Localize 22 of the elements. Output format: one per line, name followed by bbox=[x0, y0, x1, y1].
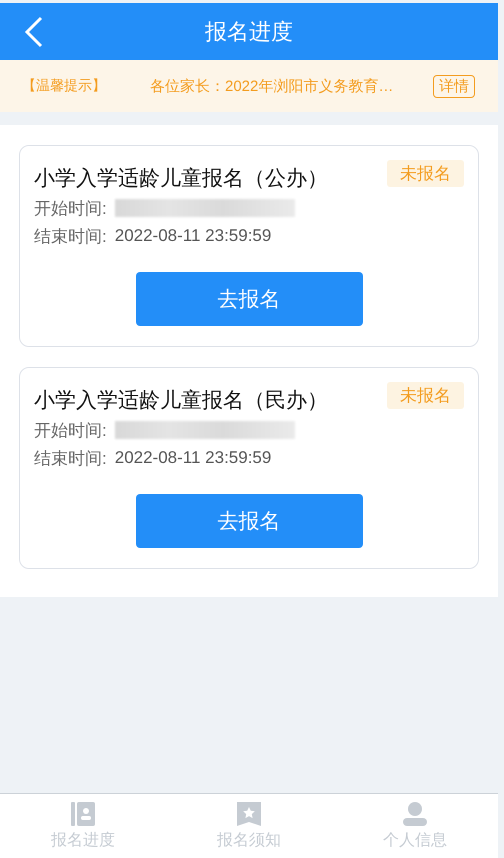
tab[interactable]: 报名进度 bbox=[0, 794, 166, 858]
contact-card-icon bbox=[70, 801, 96, 827]
end-time-value: 2022-08-11 23:59:59 bbox=[114, 448, 272, 468]
notice-label: 【温馨提示】 bbox=[22, 77, 107, 95]
tab[interactable]: 个人信息 bbox=[332, 794, 498, 858]
status-badge: 未报名 bbox=[387, 160, 464, 187]
end-time-label: 结束时间: bbox=[34, 226, 107, 248]
tab[interactable]: 报名须知 bbox=[166, 794, 332, 858]
start-time-label: 开始时间: bbox=[34, 198, 107, 220]
card-title: 小学入学适龄儿童报名（民办） bbox=[34, 388, 328, 414]
end-time-label: 结束时间: bbox=[34, 448, 107, 470]
page-title: 报名进度 bbox=[205, 18, 293, 46]
start-time-label: 开始时间: bbox=[34, 420, 107, 442]
card-title: 小学入学适龄儿童报名（公办） bbox=[34, 166, 328, 192]
bookmark-star-icon bbox=[236, 801, 262, 827]
end-time-value: 2022-08-11 23:59:59 bbox=[114, 226, 272, 246]
person-icon bbox=[402, 801, 428, 827]
register-button[interactable]: 去报名 bbox=[136, 272, 362, 326]
register-button[interactable]: 去报名 bbox=[136, 494, 362, 548]
details-button[interactable]: 详情 bbox=[433, 74, 475, 98]
status-badge: 未报名 bbox=[387, 382, 464, 409]
notice-text: 各位家长：2022年浏阳市义务教育… bbox=[150, 76, 394, 96]
